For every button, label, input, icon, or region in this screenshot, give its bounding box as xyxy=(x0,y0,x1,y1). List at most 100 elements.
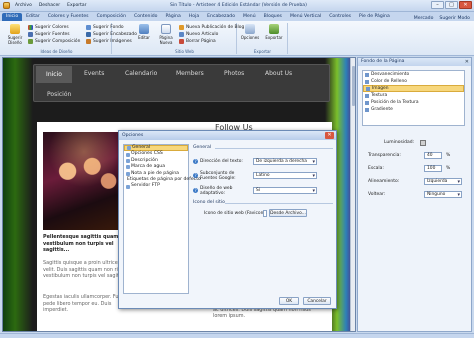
suggest-images-label: Sugerir Imágenes xyxy=(93,39,132,44)
site-nav-events[interactable]: Events xyxy=(84,70,104,77)
flip-label: Voltear: xyxy=(368,192,386,197)
suggest-background-button[interactable]: Sugerir Fondo xyxy=(86,25,124,30)
site-icon-section-title: Icono del sitio xyxy=(193,200,225,205)
browse-file-button[interactable]: Desde Archivo... xyxy=(269,209,307,217)
options-button[interactable]: Opciones xyxy=(239,24,261,40)
favicon-input[interactable] xyxy=(263,210,267,217)
quick-access-toolbar: Archivo Deshacer Exportar xyxy=(0,2,88,9)
layout-icon xyxy=(28,39,33,44)
help-icon[interactable]: ? xyxy=(193,173,198,178)
tab-menu-vertical[interactable]: Menú Vertical xyxy=(286,13,325,21)
bg-option-label: Textura xyxy=(371,93,388,98)
flip-select[interactable]: Ninguno xyxy=(424,191,462,198)
options-category-list: General Opciones CSS Descripción Marca d… xyxy=(123,144,201,294)
suggest-design-button[interactable]: Sugerir Diseño xyxy=(4,24,26,45)
background-glow-left xyxy=(3,58,33,331)
suggest-colors-button[interactable]: Sugerir Colores xyxy=(28,25,69,30)
close-button[interactable]: ✕ xyxy=(459,1,472,9)
export-quick-button[interactable]: Exportar xyxy=(65,2,88,9)
tab-composicion[interactable]: Composición xyxy=(93,13,130,21)
canvas-scrollbar[interactable] xyxy=(350,58,355,331)
new-article-button[interactable]: Nuevo Artículo xyxy=(179,32,218,37)
adaptive-design-select[interactable]: Sí xyxy=(253,187,317,194)
suggest-header-button[interactable]: Sugerir Encabezado xyxy=(86,32,137,37)
bg-option-texture[interactable]: Textura xyxy=(363,92,464,99)
brightness-swatch[interactable] xyxy=(420,140,426,146)
bg-option-gradient[interactable]: Gradiente xyxy=(363,106,464,113)
section-divider xyxy=(215,148,333,149)
new-blog-post-label: Nueva Publicación de Blog xyxy=(186,25,245,30)
edit-button[interactable]: Editar xyxy=(134,24,154,40)
site-nav-calendar[interactable]: Calendario xyxy=(125,70,157,77)
new-blog-post-button[interactable]: Nueva Publicación de Blog xyxy=(179,25,244,30)
suggest-background-label: Sugerir Fondo xyxy=(93,25,124,30)
tab-inicio[interactable]: Inicio xyxy=(2,13,23,21)
bg-option-image[interactable]: Imagen xyxy=(363,85,464,92)
tab-colores-fuentes[interactable]: Colores y Fuentes xyxy=(44,13,93,21)
edit-label: Editar xyxy=(138,35,150,40)
bg-option-texture-position[interactable]: Posición de la Textura xyxy=(363,99,464,106)
bg-option-fill[interactable]: Color de Relleno xyxy=(363,78,464,85)
google-fonts-label: Subconjunto de Fuentes Google: xyxy=(200,171,236,181)
bg-option-label: Gradiente xyxy=(371,107,393,112)
page-background-panel: Fondo de la Página ✕ Desvanecimiento Col… xyxy=(357,57,472,332)
site-nav-about[interactable]: About Us xyxy=(265,70,292,77)
minimize-button[interactable]: – xyxy=(431,1,444,9)
export-button[interactable]: Exportar xyxy=(262,24,286,40)
transparency-input[interactable]: 40 xyxy=(424,152,442,159)
site-nav-home[interactable]: Inicio xyxy=(36,66,72,83)
folder-icon xyxy=(126,171,130,176)
google-fonts-select[interactable]: Latino xyxy=(253,172,317,179)
tab-bloques[interactable]: Bloques xyxy=(260,13,286,21)
header-icon xyxy=(86,32,91,37)
new-page-icon xyxy=(161,24,171,34)
help-icon[interactable]: ? xyxy=(193,159,198,164)
ideas-group-label: Ideas de Diseño xyxy=(40,49,73,54)
new-article-label: Nuevo Artículo xyxy=(186,32,219,37)
new-page-button[interactable]: Página Nueva xyxy=(155,24,177,45)
site-menu[interactable]: Inicio Events Calendario Members Photos … xyxy=(33,64,330,102)
ok-button[interactable]: OK xyxy=(279,297,299,305)
tab-encabezado[interactable]: Encabezado xyxy=(203,13,239,21)
site-nav-members[interactable]: Members xyxy=(176,70,204,77)
suggest-fonts-button[interactable]: Sugerir Fuentes xyxy=(28,32,70,37)
site-nav-photos[interactable]: Photos xyxy=(224,70,244,77)
suggest-colors-label: Sugerir Colores xyxy=(35,25,69,30)
panel-close-icon[interactable]: ✕ xyxy=(465,58,469,66)
window-title: Sin Título - Artisteer 4 Edición Estánda… xyxy=(170,3,307,8)
bg-option-label: Desvanecimiento xyxy=(371,72,410,77)
align-select[interactable]: Izquierda xyxy=(424,178,462,185)
maximize-button[interactable]: □ xyxy=(445,1,458,9)
site-nav-position[interactable]: Posición xyxy=(47,91,71,98)
dialog-close-button[interactable]: ✕ xyxy=(325,132,334,139)
background-icon xyxy=(86,25,91,30)
bg-option-label: Color de Relleno xyxy=(371,79,407,84)
tab-controles[interactable]: Controles xyxy=(325,13,355,21)
canvas-scroll-thumb[interactable] xyxy=(352,66,355,106)
font-icon xyxy=(28,32,33,37)
tab-menu[interactable]: Menú xyxy=(239,13,260,21)
tab-editar[interactable]: Editar xyxy=(22,13,44,21)
bg-option-fade[interactable]: Desvanecimiento xyxy=(363,71,464,78)
suggest-design-label: Sugerir Diseño xyxy=(7,35,23,45)
image-icon xyxy=(366,86,370,91)
tab-pie-pagina[interactable]: Pie de Página xyxy=(355,13,394,21)
help-icon[interactable]: ? xyxy=(193,188,198,193)
category-ftp[interactable]: Servidor FTP xyxy=(124,183,188,189)
title-bar: Archivo Deshacer Exportar Sin Título - A… xyxy=(0,0,474,12)
export-group-label: Exportar xyxy=(253,49,272,54)
file-menu-button[interactable]: Archivo xyxy=(13,2,34,9)
tab-hoja[interactable]: Hoja xyxy=(185,13,203,21)
delete-page-button[interactable]: Borrar Página xyxy=(179,39,216,44)
suggest-images-button[interactable]: Sugerir Imágenes xyxy=(86,39,132,44)
app-logo-icon[interactable] xyxy=(3,2,10,9)
suggest-composition-button[interactable]: Sugerir Composición xyxy=(28,39,80,44)
undo-button[interactable]: Deshacer xyxy=(37,2,62,9)
tab-pagina[interactable]: Página xyxy=(161,13,184,21)
cancel-button[interactable]: Cancelar xyxy=(303,297,331,305)
ribbon-group-ideas: Sugerir Diseño Sugerir Colores Sugerir F… xyxy=(2,23,137,54)
suggest-composition-label: Sugerir Composición xyxy=(35,39,81,44)
text-direction-select[interactable]: De izquierda a derecha xyxy=(253,158,317,165)
scale-input[interactable]: 100 xyxy=(424,165,442,172)
tab-contenido[interactable]: Contenido xyxy=(130,13,161,21)
